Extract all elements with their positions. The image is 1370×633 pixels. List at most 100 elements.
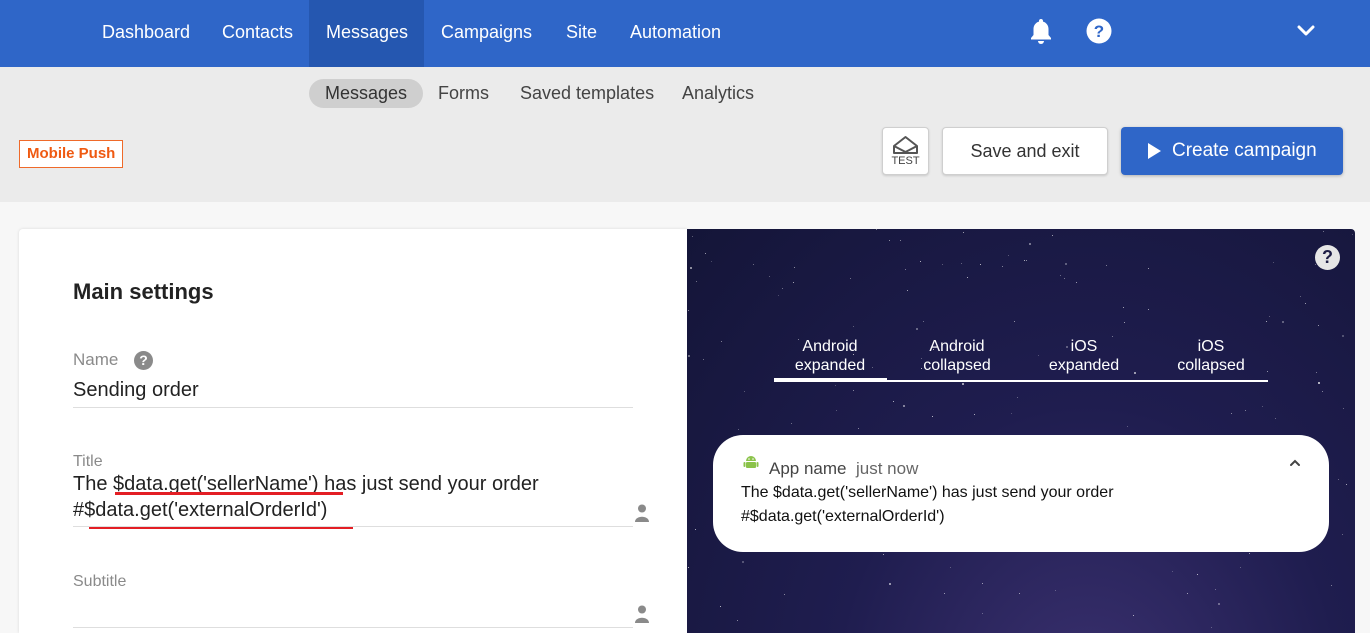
star xyxy=(692,236,693,237)
title-field-line2[interactable]: #$data.get('externalOrderId') xyxy=(73,499,327,522)
name-label: Name xyxy=(73,350,119,369)
star xyxy=(1148,309,1149,310)
title-text-post: has just send your order xyxy=(318,473,539,495)
create-campaign-button[interactable]: Create campaign xyxy=(1121,127,1343,175)
notification-app-name: App name xyxy=(769,459,847,478)
star xyxy=(1076,282,1077,283)
chevron-down-icon[interactable] xyxy=(1297,24,1315,38)
star xyxy=(889,583,891,585)
subtab-messages[interactable]: Messages xyxy=(309,79,424,108)
star xyxy=(1266,321,1267,322)
star xyxy=(1123,307,1124,308)
star xyxy=(1231,413,1232,414)
star xyxy=(1323,231,1324,232)
section-title: Main settings xyxy=(73,279,214,304)
tab-android-collapsed-line2: collapsed xyxy=(923,357,991,374)
star xyxy=(688,567,689,568)
star xyxy=(1172,571,1173,572)
personalization-icon[interactable] xyxy=(635,504,649,522)
star xyxy=(784,594,785,595)
save-and-exit-button[interactable]: Save and exit xyxy=(942,127,1108,175)
star xyxy=(982,583,983,584)
star xyxy=(1249,553,1250,554)
tab-ios-expanded[interactable]: iOS expanded xyxy=(1028,337,1140,375)
notification-time: just now xyxy=(856,459,919,478)
star xyxy=(703,359,704,360)
star xyxy=(720,606,721,607)
star xyxy=(1245,410,1246,411)
chevron-up-icon[interactable] xyxy=(1289,457,1301,469)
nav-site[interactable]: Site xyxy=(549,0,614,67)
star xyxy=(950,567,951,568)
play-icon xyxy=(1148,143,1161,159)
tab-android-expanded[interactable]: Android expanded xyxy=(774,337,886,375)
star xyxy=(920,261,921,262)
star xyxy=(974,414,975,415)
star xyxy=(980,264,981,265)
tab-android-collapsed-line1: Android xyxy=(929,338,985,355)
preview-help-icon[interactable]: ? xyxy=(1315,245,1340,270)
star xyxy=(1029,243,1031,245)
star xyxy=(900,240,901,241)
star xyxy=(1262,406,1263,407)
star xyxy=(1342,534,1343,535)
notification-card: App name just now The $data.get('sellerN… xyxy=(713,435,1329,552)
subtab-forms[interactable]: Forms xyxy=(422,79,505,108)
star xyxy=(858,428,859,429)
star xyxy=(791,423,792,424)
main-settings-card: Main settings Name ? Sending order Title… xyxy=(19,229,687,633)
name-field[interactable]: Sending order xyxy=(73,379,199,402)
star xyxy=(1346,484,1347,485)
star xyxy=(1124,322,1125,323)
help-icon[interactable]: ? xyxy=(1086,18,1114,46)
star xyxy=(690,267,692,269)
star xyxy=(1187,593,1188,594)
star xyxy=(1218,603,1220,605)
star xyxy=(1300,296,1301,297)
tab-ios-collapsed[interactable]: iOS collapsed xyxy=(1155,337,1267,375)
nav-dashboard[interactable]: Dashboard xyxy=(85,0,207,67)
tab-ios-collapsed-line1: iOS xyxy=(1197,338,1225,355)
nav-automation[interactable]: Automation xyxy=(613,0,738,67)
star xyxy=(753,264,754,265)
star xyxy=(1064,278,1065,279)
star xyxy=(1322,391,1323,392)
star xyxy=(944,593,945,594)
notification-body: The $data.get('sellerName') has just sen… xyxy=(741,481,1301,529)
push-preview-panel: ? Android expanded Android collapsed iOS… xyxy=(687,229,1355,633)
star xyxy=(1215,589,1216,590)
nav-campaigns[interactable]: Campaigns xyxy=(424,0,549,67)
tab-android-collapsed[interactable]: Android collapsed xyxy=(901,337,1013,375)
star xyxy=(883,554,884,555)
subtab-saved-templates[interactable]: Saved templates xyxy=(504,79,670,108)
notification-body-line2: #$data.get('externalOrderId') xyxy=(741,508,945,525)
top-navigation: Dashboard Contacts Messages Campaigns Si… xyxy=(0,0,1370,67)
star xyxy=(1014,321,1015,322)
test-button[interactable]: TEST xyxy=(882,127,929,175)
star xyxy=(794,267,795,268)
star xyxy=(696,281,697,282)
nav-contacts[interactable]: Contacts xyxy=(205,0,310,67)
star xyxy=(1352,234,1353,235)
star xyxy=(793,282,794,283)
star xyxy=(836,410,837,411)
nav-messages[interactable]: Messages xyxy=(309,0,424,67)
test-label: TEST xyxy=(891,155,920,167)
star xyxy=(942,264,943,265)
name-help-icon[interactable]: ? xyxy=(134,351,153,370)
star xyxy=(737,620,738,621)
star xyxy=(1019,593,1020,594)
star xyxy=(688,310,689,311)
subtitle-personalization-icon[interactable] xyxy=(635,605,649,623)
star xyxy=(742,561,744,563)
star xyxy=(905,269,906,270)
star xyxy=(962,383,964,385)
star xyxy=(778,295,779,296)
bell-icon[interactable] xyxy=(1028,17,1056,45)
star xyxy=(923,321,924,322)
star xyxy=(961,263,962,264)
subtab-analytics[interactable]: Analytics xyxy=(666,79,770,108)
star xyxy=(1331,585,1332,586)
star xyxy=(744,391,745,392)
star xyxy=(1133,615,1134,616)
